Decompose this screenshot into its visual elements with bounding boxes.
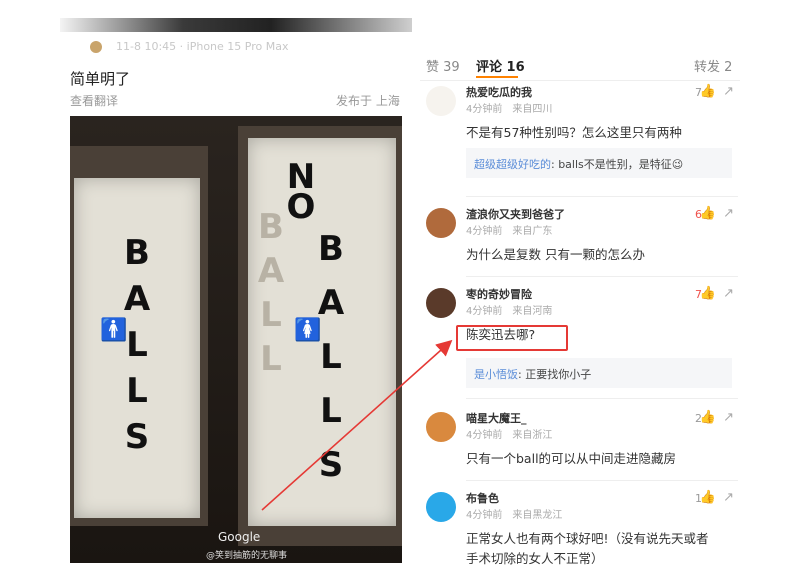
blurred-header: [60, 18, 412, 32]
reply-box[interactable]: 超级超级好吃的: balls不是性别，是特征😉: [466, 148, 732, 178]
weibo-watermark: @笑到抽筋的无聊事: [206, 551, 288, 561]
author-avatar: [90, 41, 102, 53]
tab-comments[interactable]: 评论 16: [476, 56, 525, 75]
door-letter: L: [320, 337, 342, 377]
reply-box[interactable]: 是小悟饭: 正要找你小子: [466, 358, 732, 388]
share-icon[interactable]: ↗: [723, 84, 734, 99]
door-letter: S: [124, 417, 150, 457]
share-icon[interactable]: ↗: [723, 410, 734, 425]
share-icon[interactable]: ↗: [723, 490, 734, 505]
door-letter: B: [124, 233, 150, 273]
reply-username[interactable]: 超级超级好吃的: [474, 158, 551, 171]
comment-text-line2: 手术切除的女人不正常）: [466, 551, 604, 566]
post-meta-text: 11-8 10:45 · iPhone 15 Pro Max: [116, 40, 289, 53]
door-letter: L: [260, 339, 282, 379]
door-letter: L: [320, 391, 342, 431]
post-photo[interactable]: BALLS 🚹 BALLNOBALLS 🚺 Google @笑到抽筋的无聊事: [70, 116, 402, 563]
door-letter: A: [257, 251, 285, 291]
comment-text: 只有一个ball的可以从中间走进隐藏房: [466, 451, 677, 466]
comment-username[interactable]: 布鲁色: [466, 490, 499, 506]
left-door: BALLS 🚹: [74, 178, 200, 518]
comment-username[interactable]: 喵星大魔王_: [466, 410, 527, 426]
comment-time: 4分钟前 来自四川: [466, 104, 553, 115]
comment-text: 正常女人也有两个球好吧!（没有说先天或者: [466, 531, 709, 546]
google-watermark: Google: [218, 530, 261, 544]
comment-time: 4分钟前 来自广东: [466, 226, 553, 237]
comment-time: 4分钟前 来自黑龙江: [466, 510, 563, 521]
comment-divider: [466, 480, 738, 481]
like-icon[interactable]: 👍: [700, 84, 716, 99]
male-restroom-icon: 🚹: [100, 318, 128, 343]
see-translation-link[interactable]: 查看翻译: [70, 92, 118, 109]
comment-item: 热爱吃瓜的我 4分钟前 来自四川 7 👍 ↗ 不是有57种性别吗？怎么这里只有两…: [426, 84, 738, 192]
comment-item: 布鲁色 4分钟前 来自黑龙江 1 👍 ↗ 正常女人也有两个球好吧!（没有说先天或…: [426, 490, 738, 568]
comment-tabs: 赞 39 评论 16 转发 2: [426, 56, 736, 78]
post-meta: 11-8 10:45 · iPhone 15 Pro Max: [68, 40, 398, 54]
posted-location: 发布于 上海: [336, 94, 400, 108]
door-letter: L: [260, 295, 282, 335]
share-icon[interactable]: ↗: [723, 286, 734, 301]
tab-likes[interactable]: 赞 39: [426, 56, 460, 75]
comment-divider: [466, 196, 738, 197]
tabs-divider: [420, 80, 740, 81]
door-letter: B: [258, 207, 284, 247]
red-highlight-box: [456, 325, 568, 351]
comment-username[interactable]: 枣的奇妙冒险: [466, 286, 532, 302]
door-letter: S: [318, 445, 344, 485]
like-icon[interactable]: 👍: [700, 206, 716, 221]
female-restroom-icon: 🚺: [294, 318, 322, 343]
door-letter: B: [318, 229, 344, 269]
like-icon[interactable]: 👍: [700, 410, 716, 425]
door-letter: A: [123, 279, 151, 319]
comment-username[interactable]: 热爱吃瓜的我: [466, 84, 532, 100]
right-door: BALLNOBALLS 🚺: [248, 138, 396, 526]
user-avatar[interactable]: [426, 86, 456, 116]
comment-time: 4分钟前 来自河南: [466, 306, 553, 317]
user-avatar[interactable]: [426, 412, 456, 442]
comment-divider: [466, 398, 738, 399]
reply-username[interactable]: 是小悟饭: [474, 368, 518, 381]
comment-text: 不是有57种性别吗？怎么这里只有两种: [466, 125, 682, 140]
like-icon[interactable]: 👍: [700, 286, 716, 301]
share-icon[interactable]: ↗: [723, 206, 734, 221]
comment-divider: [466, 276, 738, 277]
active-tab-indicator: [476, 76, 518, 78]
reply-text: : balls不是性别，是特征😉: [551, 158, 684, 171]
reply-text: : 正要找你小子: [518, 368, 592, 381]
comment-username[interactable]: 渣浪你又夹到爸爸了: [466, 206, 565, 222]
comment-text: 为什么是复数 只有一颗的怎么办: [466, 247, 645, 262]
tab-reposts[interactable]: 转发 2: [694, 56, 732, 75]
door-letter: A: [317, 283, 345, 323]
comment-time: 4分钟前 来自浙江: [466, 430, 553, 441]
post-title: 简单明了: [70, 70, 131, 88]
like-icon[interactable]: 👍: [700, 490, 716, 505]
door-letter: L: [126, 371, 148, 411]
door-letter: O: [286, 187, 316, 227]
comment-item: 喵星大魔王_ 4分钟前 来自浙江 2 👍 ↗ 只有一个ball的可以从中间走进隐…: [426, 410, 738, 480]
user-avatar[interactable]: [426, 208, 456, 238]
user-avatar[interactable]: [426, 492, 456, 522]
comment-item: 渣浪你又夹到爸爸了 4分钟前 来自广东 6 👍 ↗ 为什么是复数 只有一颗的怎么…: [426, 206, 738, 276]
user-avatar[interactable]: [426, 288, 456, 318]
